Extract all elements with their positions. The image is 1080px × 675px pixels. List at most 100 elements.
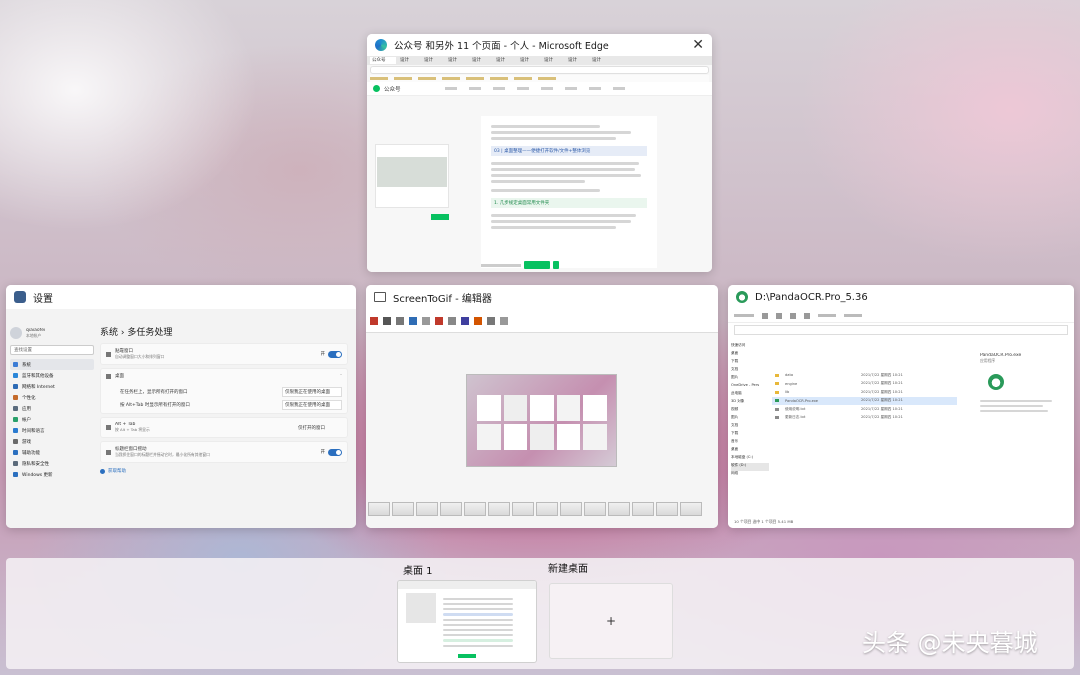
wechat-logo-icon — [373, 85, 380, 92]
snap-windows-card[interactable]: 贴靠窗口 自动调整窗口大小和排列窗口 开 — [100, 343, 348, 365]
edge-tab[interactable]: 设计 — [590, 57, 612, 64]
alt-tab-select[interactable]: 仅打开的窗口 — [298, 425, 342, 431]
explorer-nav-item[interactable]: 3D 对象 — [731, 399, 769, 407]
taskbar-setting-select[interactable]: 仅限我正在使用的桌面 — [282, 386, 342, 397]
edge-address-bar[interactable] — [370, 66, 709, 74]
nav-item-system[interactable]: 系统 — [10, 359, 94, 370]
editor-save-button[interactable] — [431, 214, 449, 220]
gif-frame-thumb[interactable] — [392, 502, 414, 516]
desktop-1-thumbnail[interactable] — [397, 580, 537, 663]
screentogif-window-thumbnail[interactable]: ScreenToGif - 编辑器 — [366, 285, 718, 528]
explorer-nav-item[interactable]: 文档 — [731, 423, 769, 431]
gif-frame-thumb[interactable] — [656, 502, 678, 516]
file-row-selected[interactable]: PandaOCR.Pro.exe 2021/7/22 星期四 10:21 — [772, 396, 957, 405]
edge-tab[interactable]: 设计 — [422, 57, 444, 64]
nav-item-time-language[interactable]: 时间和语言 — [10, 425, 94, 436]
edge-tab[interactable]: 设计 — [398, 57, 420, 64]
alttab-setting-select[interactable]: 仅限我正在使用的桌面 — [282, 399, 342, 410]
taskbar-setting-label: 在任务栏上，显示所有打开的窗口 — [120, 389, 188, 395]
nav-item-accounts[interactable]: 帐户 — [10, 414, 94, 425]
gif-frame-thumb[interactable] — [464, 502, 486, 516]
file-row[interactable]: lib 2021/7/22 星期四 10:21 — [772, 388, 957, 397]
gif-frame-thumb[interactable] — [560, 502, 582, 516]
edge-tab[interactable]: 设计 — [494, 57, 516, 64]
file-row[interactable]: 更新日志.txt 2021/7/22 星期四 10:21 — [772, 414, 957, 423]
edge-close-icon[interactable]: ✕ — [692, 38, 704, 52]
nav-item-apps[interactable]: 应用 — [10, 403, 94, 414]
nav-item-network[interactable]: 网络和 Internet — [10, 381, 94, 392]
shake-subtitle: 当我抓住窗口的标题栏并摇动它时，最小化所有其他窗口 — [115, 452, 210, 457]
explorer-nav-item[interactable]: OneDrive - Pers — [731, 383, 769, 391]
new-desktop-label: 新建桌面 — [548, 564, 588, 575]
settings-window-thumbnail[interactable]: 设置 qiaiaofei 本地帐户 查找设置 系统 蓝牙和其他设备 网络和 In… — [6, 285, 356, 528]
explorer-address-bar[interactable] — [734, 325, 1068, 335]
gif-frame-thumb[interactable] — [680, 502, 702, 516]
file-row[interactable]: data 2021/7/22 星期四 10:21 — [772, 371, 957, 380]
edge-tab[interactable]: 公众号 — [370, 57, 396, 64]
file-row[interactable]: engine 2021/7/22 星期四 10:21 — [772, 380, 957, 389]
wechat-brand: 公众号 — [384, 86, 401, 93]
edge-window-content: 公众号 设计 设计 设计 设计 设计 设计 设计 设计 设计 公众号 03 | … — [367, 56, 712, 272]
system-icon — [13, 362, 18, 367]
explorer-nav-item[interactable]: 软件 (D:) — [731, 463, 769, 471]
nav-item-accessibility[interactable]: 辅助功能 — [10, 447, 94, 458]
edge-window-thumbnail[interactable]: 公众号 和另外 11 个页面 - 个人 - Microsoft Edge ✕ 公… — [367, 34, 712, 272]
get-help-link[interactable]: 获取帮助 — [108, 468, 126, 474]
nav-item-privacy[interactable]: 隐私和安全性 — [10, 458, 94, 469]
alt-tab-subtitle: 按 Alt + Tab 将显示 — [115, 427, 150, 432]
shake-toggle[interactable] — [328, 448, 342, 456]
new-desktop-button[interactable]: + — [549, 583, 673, 659]
explorer-nav-item[interactable]: 网络 — [731, 471, 769, 479]
gif-frame-thumb[interactable] — [584, 502, 606, 516]
gif-frame-thumb[interactable] — [632, 502, 654, 516]
gif-frame-thumb[interactable] — [608, 502, 630, 516]
preview-type: 应用程序 — [980, 358, 996, 363]
explorer-nav-item[interactable]: 下载 — [731, 359, 769, 367]
explorer-file-list: data 2021/7/22 星期四 10:21 engine 2021/7/22 … — [772, 371, 957, 422]
edge-tab[interactable]: 设计 — [446, 57, 468, 64]
explorer-content: 快速访问 桌面 下载 文档 图片 OneDrive - Pers 此电脑 3D … — [728, 309, 1074, 528]
explorer-nav-item[interactable]: 文档 — [731, 367, 769, 375]
explorer-window-thumbnail[interactable]: D:\PandaOCR.Pro_5.36 快速访问 桌面 下载 文档 图片 On… — [728, 285, 1074, 528]
gif-frame-strip[interactable] — [366, 502, 718, 524]
nav-item-bluetooth[interactable]: 蓝牙和其他设备 — [10, 370, 94, 381]
collapse-chevron-icon[interactable]: ˄ — [340, 374, 342, 379]
gif-frame-thumb[interactable] — [440, 502, 462, 516]
explorer-nav-item[interactable]: 下载 — [731, 431, 769, 439]
edge-tab[interactable]: 设计 — [542, 57, 564, 64]
snap-toggle[interactable] — [328, 350, 342, 358]
settings-search-input[interactable]: 查找设置 — [10, 345, 94, 355]
explorer-nav-item[interactable]: 此电脑 — [731, 391, 769, 399]
gif-frame-thumb[interactable] — [368, 502, 390, 516]
edge-tab[interactable]: 设计 — [566, 57, 588, 64]
explorer-nav-item[interactable]: 桌面 — [731, 351, 769, 359]
alt-tab-card[interactable]: Alt + Tab 按 Alt + Tab 将显示 仅打开的窗口 — [100, 417, 348, 438]
explorer-nav-item[interactable]: 桌面 — [731, 447, 769, 455]
gif-frame-thumb[interactable] — [488, 502, 510, 516]
explorer-nav-item[interactable]: 图片 — [731, 415, 769, 423]
nav-item-personalization[interactable]: 个性化 — [10, 392, 94, 403]
shield-icon — [13, 461, 18, 466]
nav-item-gaming[interactable]: 游戏 — [10, 436, 94, 447]
explorer-nav-item[interactable]: 快速访问 — [731, 343, 769, 351]
explorer-nav-item[interactable]: 视频 — [731, 407, 769, 415]
title-shake-card[interactable]: 标题栏窗口摇动 当我抓住窗口的标题栏并摇动它时，最小化所有其他窗口 开 — [100, 441, 348, 463]
shake-icon — [106, 449, 111, 455]
edge-tab[interactable]: 设计 — [470, 57, 492, 64]
desktops-icon — [106, 373, 111, 379]
edge-tab[interactable]: 设计 — [518, 57, 540, 64]
explorer-nav-item[interactable]: 音乐 — [731, 439, 769, 447]
avatar — [10, 327, 22, 339]
brush-icon — [13, 395, 18, 400]
alttab-setting-label: 按 Alt+Tab 时显示所有打开的窗口 — [120, 402, 190, 408]
publish-button[interactable] — [524, 261, 550, 269]
screentogif-ribbon — [366, 309, 718, 333]
nav-item-windows-update[interactable]: Windows 更新 — [10, 469, 94, 480]
editor-bottom-bar — [481, 260, 696, 270]
explorer-nav-item[interactable]: 本地磁盘 (C:) — [731, 455, 769, 463]
gif-frame-thumb[interactable] — [416, 502, 438, 516]
file-row[interactable]: 使用说明.txt 2021/7/22 星期四 10:21 — [772, 405, 957, 414]
gif-frame-thumb[interactable] — [512, 502, 534, 516]
explorer-nav-item[interactable]: 图片 — [731, 375, 769, 383]
gif-frame-thumb[interactable] — [536, 502, 558, 516]
